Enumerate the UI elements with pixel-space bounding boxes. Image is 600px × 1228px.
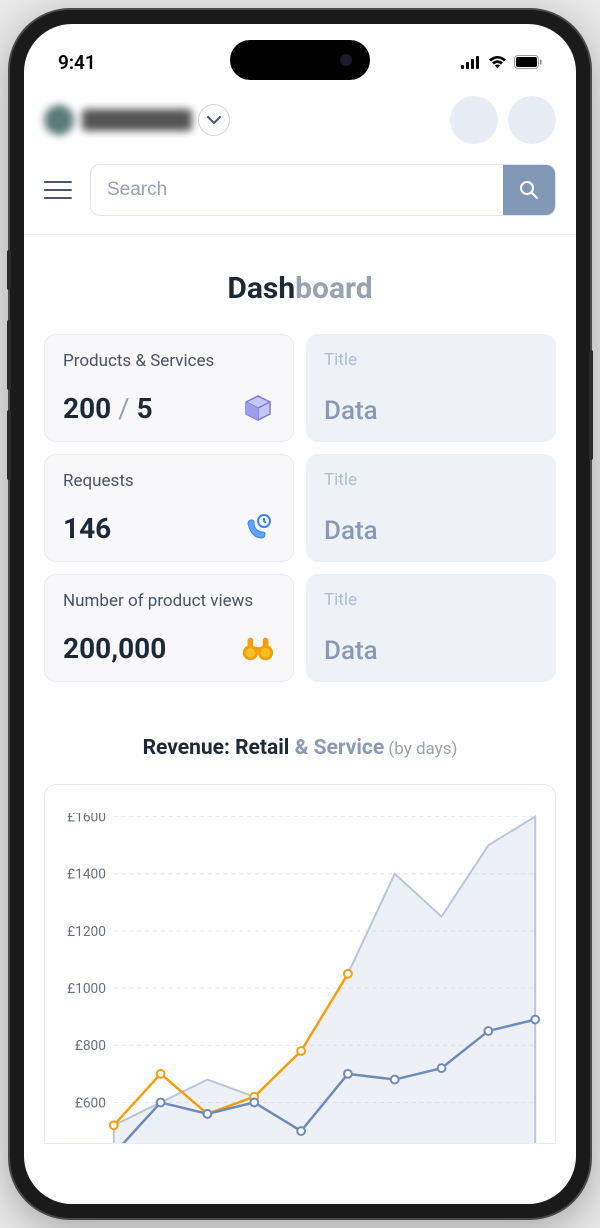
dynamic-island <box>230 40 370 80</box>
page-title: Dashboard <box>24 235 576 334</box>
chart-title: Revenue: Retail & Service (by days) <box>24 682 576 784</box>
stat-card-products[interactable]: Products & Services 200 / 5 <box>44 334 294 442</box>
screen: 9:41 <box>24 24 576 1204</box>
search-button[interactable] <box>503 165 555 215</box>
volume-up-button <box>7 320 11 390</box>
box-icon <box>241 391 275 425</box>
header <box>24 82 576 154</box>
power-button <box>589 350 593 460</box>
card-value: 200,000 <box>63 632 166 665</box>
svg-text:£1400: £1400 <box>67 867 106 883</box>
stat-card-placeholder[interactable]: Title Data <box>306 454 556 562</box>
header-circle-button-1[interactable] <box>450 96 498 144</box>
svg-text:£1600: £1600 <box>67 813 106 826</box>
volume-down-button <box>7 410 11 480</box>
card-value: Data <box>324 516 538 546</box>
card-value: Data <box>324 396 538 426</box>
card-label: Title <box>324 470 538 490</box>
stat-card-placeholder[interactable]: Title Data <box>306 574 556 682</box>
search-row <box>24 154 576 235</box>
stat-card-requests[interactable]: Requests 146 <box>44 454 294 562</box>
header-actions <box>450 96 556 144</box>
card-label: Number of product views <box>63 591 275 611</box>
status-time: 9:41 <box>58 51 96 74</box>
card-value: 200 / 5 <box>63 392 153 425</box>
binoculars-icon <box>241 631 275 665</box>
card-label: Title <box>324 350 538 370</box>
stat-card-placeholder[interactable]: Title Data <box>306 334 556 442</box>
svg-text:£600: £600 <box>75 1095 106 1111</box>
svg-text:£800: £800 <box>75 1038 106 1054</box>
chart-svg: £1600£1400£1200£1000£800£600£400 <box>55 813 545 1144</box>
stats-grid: Products & Services 200 / 5 Title Data R… <box>24 334 576 682</box>
phone-frame: 9:41 <box>10 10 590 1218</box>
svg-text:£1200: £1200 <box>67 924 106 940</box>
revenue-chart: £1600£1400£1200£1000£800£600£400 <box>44 784 556 1144</box>
card-label: Requests <box>63 471 275 491</box>
search-input[interactable] <box>91 165 503 215</box>
call-time-icon <box>241 511 275 545</box>
search-icon <box>519 180 539 200</box>
stat-card-views[interactable]: Number of product views 200,000 <box>44 574 294 682</box>
logo <box>44 105 192 135</box>
menu-button[interactable] <box>44 181 72 199</box>
status-icons <box>461 55 542 69</box>
wifi-icon <box>488 55 507 69</box>
card-value: 146 <box>63 512 111 545</box>
card-label: Products & Services <box>63 351 275 371</box>
logo-dropdown-button[interactable] <box>198 104 230 136</box>
svg-text:£1000: £1000 <box>67 981 106 997</box>
card-value: Data <box>324 636 538 666</box>
card-label: Title <box>324 590 538 610</box>
chevron-down-icon <box>207 116 221 124</box>
side-button <box>7 250 11 290</box>
search-container <box>90 164 556 216</box>
cellular-icon <box>461 56 481 69</box>
header-circle-button-2[interactable] <box>508 96 556 144</box>
battery-icon <box>514 55 542 69</box>
